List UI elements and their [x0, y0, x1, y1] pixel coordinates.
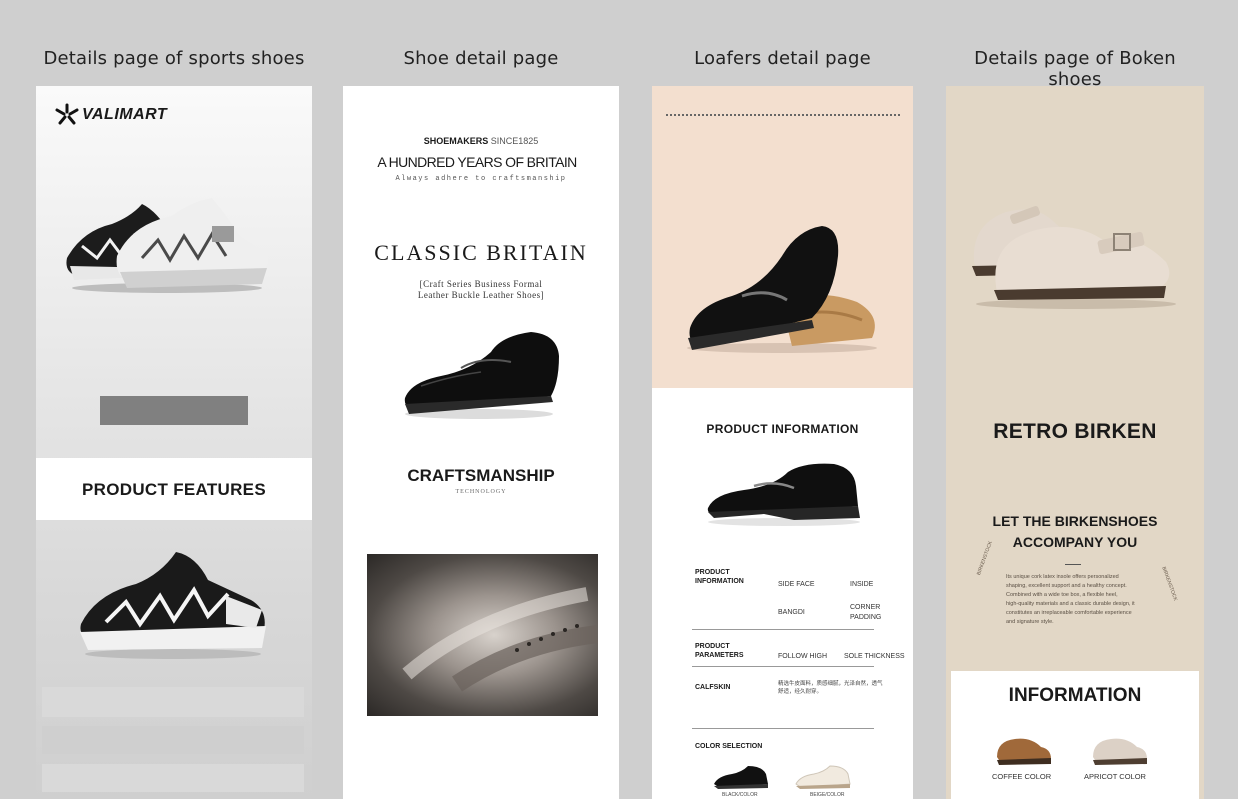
loafer-hero-image [687, 226, 877, 353]
boken-info-card: INFORMATION COFFEE COLOR APRICOT COLOR [951, 671, 1199, 799]
craft-heading: CRAFTSMANSHIP [407, 466, 555, 485]
brand-since: SINCE1825 [490, 136, 539, 146]
table-label-params-1: PRODUCT [695, 643, 730, 650]
stitching-detail-icon [402, 587, 598, 692]
craft-sub: TECHNOLOGY [455, 489, 507, 495]
series-line-1: [Craft Series Business Formal [419, 279, 543, 289]
features-heading: PRODUCT FEATURES [82, 480, 266, 499]
sneaker-pair-image [66, 198, 268, 293]
boken-body: Its unique cork latex insole offers pers… [1006, 573, 1135, 627]
apricot-clog-swatch-icon[interactable] [1089, 733, 1151, 767]
brand-logo-text: VALIMART [82, 106, 168, 123]
color-option-beige[interactable]: BEIGE/COLOR [810, 792, 844, 798]
column-title-sports: Details page of sports shoes [43, 48, 305, 69]
boken-body-line: high-quality materials and a classic dur… [1006, 601, 1135, 607]
table-side-face: SIDE FACE [778, 581, 815, 588]
table-corner-2: PADDING [850, 614, 882, 621]
dress-shoe-image [404, 332, 559, 419]
dotted-divider [666, 114, 900, 116]
headline: A HUNDRED YEARS OF BRITAIN [377, 154, 577, 170]
color-option-coffee[interactable]: COFFEE COLOR [992, 772, 1051, 781]
stamp-right: BIRKENSTOCK [1160, 566, 1179, 602]
table-divider-2 [692, 666, 874, 667]
table-label-product-info-2: INFORMATION [695, 578, 744, 585]
cta-button-bar[interactable] [100, 396, 248, 425]
placeholder-bar-3 [42, 764, 304, 792]
table-divider-1 [692, 629, 874, 630]
table-label-params-2: PARAMETERS [695, 652, 744, 659]
table-follow-high: FOLLOW HIGH [778, 653, 828, 660]
craft-photo [367, 554, 598, 716]
column-title-boken: Details page of Boken shoes [974, 48, 1176, 90]
boken-body-line: Its unique cork latex insole offers pers… [1006, 574, 1119, 580]
table-label-calfskin: CALFSKIN [695, 684, 731, 691]
boken-title: RETRO BIRKEN [993, 420, 1157, 443]
sports-shoe-panel[interactable]: VALIMART PRODUCT FEATURES [36, 86, 312, 799]
subtitle-divider [1065, 564, 1081, 565]
series-line-2: Leather Buckle Leather Shoes] [417, 290, 545, 300]
brand-name: SHOEMAKERS [423, 136, 489, 146]
loafers-panel[interactable]: PRODUCT INFORMATION PRODUCT INFORMATION … [652, 86, 913, 799]
collection-title: CLASSIC BRITAIN [374, 240, 588, 265]
black-loafer-swatch-icon[interactable] [712, 764, 770, 790]
color-option-black[interactable]: BLACK/COLOR [722, 792, 758, 798]
loafer-side-image [707, 463, 860, 526]
placeholder-bar-2 [42, 726, 304, 754]
product-info-heading: PRODUCT INFORMATION [706, 422, 859, 436]
beige-loafer-swatch-icon[interactable] [794, 764, 852, 790]
table-corner-1: CORNER [850, 604, 881, 611]
placeholder-bar-1 [42, 687, 304, 717]
boken-body-line: and signature style. [1006, 619, 1054, 625]
sneaker-single-image [80, 552, 266, 659]
boken-info-heading: INFORMATION [1008, 685, 1142, 706]
column-title-shoe: Shoe detail page [403, 48, 559, 69]
table-label-product-info-1: PRODUCT [695, 569, 730, 576]
shoe-detail-panel[interactable]: SHOEMAKERS SINCE1825 A HUNDRED YEARS OF … [343, 86, 619, 799]
color-selection-label: COLOR SELECTION [695, 743, 763, 750]
coffee-clog-swatch-icon[interactable] [993, 733, 1055, 767]
table-calfskin-text: 精选牛皮面料，质感细腻，光泽自然，透气舒适，经久耐穿。 [778, 681, 883, 695]
valimart-logo-icon [55, 103, 79, 125]
table-sole-thickness: SOLE THICKNESS [844, 653, 905, 660]
brand-line: SHOEMAKERS SINCE1825 [343, 136, 619, 146]
color-option-apricot[interactable]: APRICOT COLOR [1084, 772, 1146, 781]
table-divider-3 [692, 728, 874, 729]
boken-subtitle-1: LET THE BIRKENSHOES [992, 513, 1158, 529]
boken-body-line: shaping, excellent support and a healthy… [1006, 583, 1127, 589]
boken-body-line: constitutes an irreplaceable comfortable… [1006, 610, 1132, 616]
column-title-loafers: Loafers detail page [694, 48, 871, 69]
table-inside: INSIDE [850, 581, 874, 588]
boken-body-line: Combined with a wide toe box, a flexible… [1006, 592, 1118, 598]
clog-pair-image [972, 206, 1176, 309]
tagline: Always adhere to craftsmanship [395, 175, 567, 183]
boken-panel[interactable]: RETRO BIRKEN LET THE BIRKENSHOES ACCOMPA… [946, 86, 1204, 799]
table-bangdi: BANGDI [778, 609, 805, 616]
